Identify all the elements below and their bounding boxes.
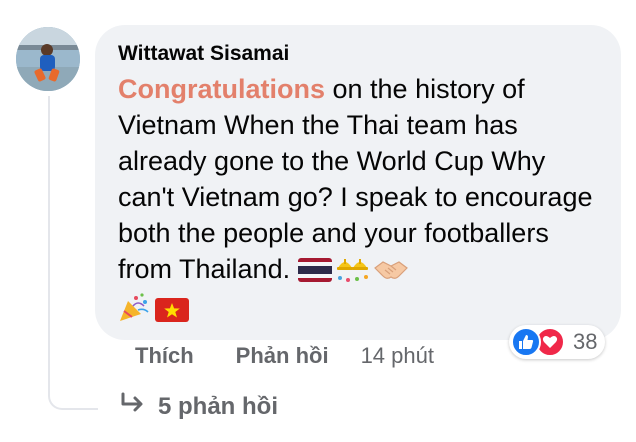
reply-arrow-icon xyxy=(120,392,146,421)
highlighted-word: Congratulations xyxy=(118,74,325,104)
hard-hats-icon xyxy=(335,252,371,291)
reactions-summary[interactable]: 38 xyxy=(509,325,606,359)
replies-count-label: 5 phản hồi xyxy=(158,392,278,420)
vietnam-flag-icon xyxy=(155,295,189,331)
like-reaction-icon xyxy=(511,327,541,357)
comment-author[interactable]: Wittawat Sisamai xyxy=(118,41,599,67)
handshake-icon xyxy=(373,255,408,291)
thailand-flag-icon xyxy=(297,255,332,291)
view-replies-link[interactable]: 5 phản hồi xyxy=(120,392,278,421)
comment-actions: Thích Phản hồi 14 phút xyxy=(135,343,434,369)
comment-text: Congratulations on the history of Vietna… xyxy=(118,71,599,331)
like-button[interactable]: Thích xyxy=(135,343,194,369)
comment-bubble: Wittawat Sisamai Congratulations on the … xyxy=(95,25,621,340)
party-popper-icon xyxy=(118,292,152,331)
reply-thread-line xyxy=(48,96,98,410)
reply-button[interactable]: Phản hồi xyxy=(236,343,329,369)
avatar-photo xyxy=(16,27,80,91)
reaction-count: 38 xyxy=(573,329,598,354)
comment-timestamp[interactable]: 14 phút xyxy=(361,343,434,369)
avatar[interactable] xyxy=(16,27,80,91)
